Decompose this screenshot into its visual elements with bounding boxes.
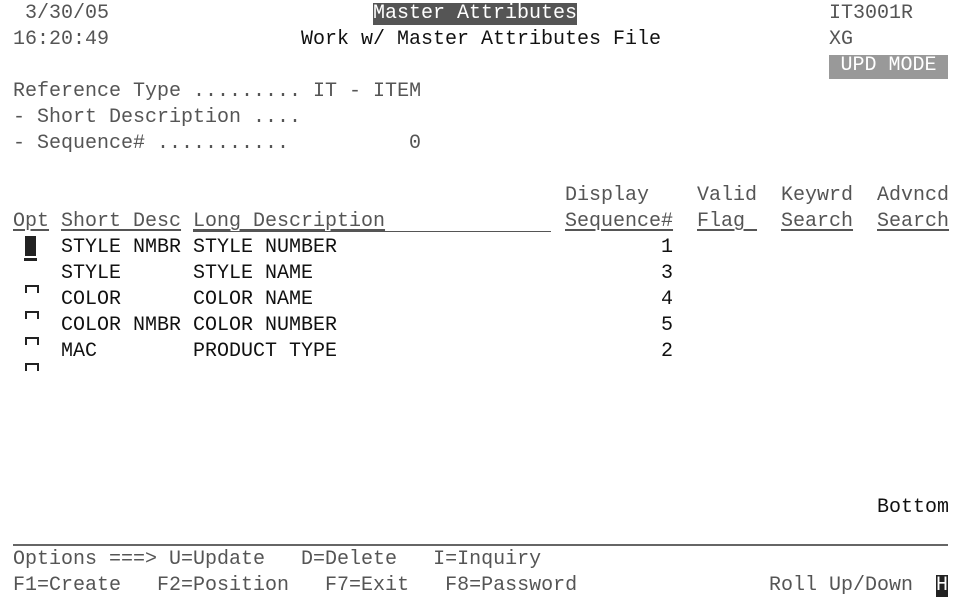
opt-input[interactable] <box>25 285 39 293</box>
options-legend: Options ===> U=Update D=Delete I=Inquiry <box>13 548 542 571</box>
col-advanced-search: Search <box>877 210 950 233</box>
short-desc: COLOR <box>61 288 122 311</box>
col-keyword-top: Keywrd <box>781 184 854 207</box>
date: 3/30/05 <box>25 2 110 25</box>
terminal-screen: 3/30/05 Master Attributes IT3001R 16:20:… <box>0 0 971 615</box>
status-cursor: H <box>936 574 949 597</box>
opt-input[interactable] <box>25 337 39 345</box>
display-seq: 5 <box>660 314 673 337</box>
long-desc: STYLE NUMBER <box>193 236 338 259</box>
mode-badge: UPD MODE <box>829 55 948 79</box>
long-desc: STYLE NAME <box>193 262 314 285</box>
long-desc: COLOR NUMBER <box>193 314 338 337</box>
short-description-filter[interactable]: - Short Description .... <box>13 107 301 129</box>
screen-subtitle: Work w/ Master Attributes File <box>301 28 662 51</box>
roll-hint: Roll Up/Down <box>769 574 914 597</box>
long-desc: PRODUCT TYPE <box>193 340 338 363</box>
reference-type: Reference Type ......... IT - ITEM <box>13 80 422 103</box>
sequence-filter-value[interactable]: 0 <box>409 133 421 155</box>
sequence-filter-label: - Sequence# ........... <box>13 132 290 155</box>
col-display-top: Display <box>565 184 650 207</box>
display-seq: 2 <box>660 340 673 363</box>
program-id: IT3001R <box>829 2 914 25</box>
col-keyword-search: Search <box>781 210 854 233</box>
col-advanced-top: Advncd <box>877 184 950 207</box>
col-valid-top: Valid <box>697 184 758 207</box>
opt-input-cursor[interactable] <box>25 236 36 256</box>
user-id: XG <box>829 28 854 51</box>
display-seq: 3 <box>660 262 673 285</box>
short-desc: COLOR NMBR <box>61 314 182 337</box>
opt-input[interactable] <box>25 363 39 371</box>
display-seq: 4 <box>660 288 673 311</box>
opt-input[interactable] <box>25 311 39 319</box>
list-status: Bottom <box>877 496 950 519</box>
col-display-seq: Sequence# <box>565 210 674 233</box>
short-desc: STYLE NMBR <box>61 236 182 259</box>
col-opt: Opt <box>13 210 50 233</box>
short-desc: MAC <box>61 340 98 363</box>
short-desc: STYLE <box>61 262 122 285</box>
col-short-desc: Short Desc <box>61 210 182 233</box>
col-valid-flag: Flag <box>697 210 758 233</box>
display-seq: 1 <box>660 236 673 259</box>
col-long-desc: Long Description <box>193 210 386 233</box>
long-desc: COLOR NAME <box>193 288 314 311</box>
divider <box>13 544 948 546</box>
time: 16:20:49 <box>13 28 110 51</box>
function-keys[interactable]: F1=Create F2=Position F7=Exit F8=Passwor… <box>13 575 577 597</box>
screen-title: Master Attributes <box>373 2 578 25</box>
